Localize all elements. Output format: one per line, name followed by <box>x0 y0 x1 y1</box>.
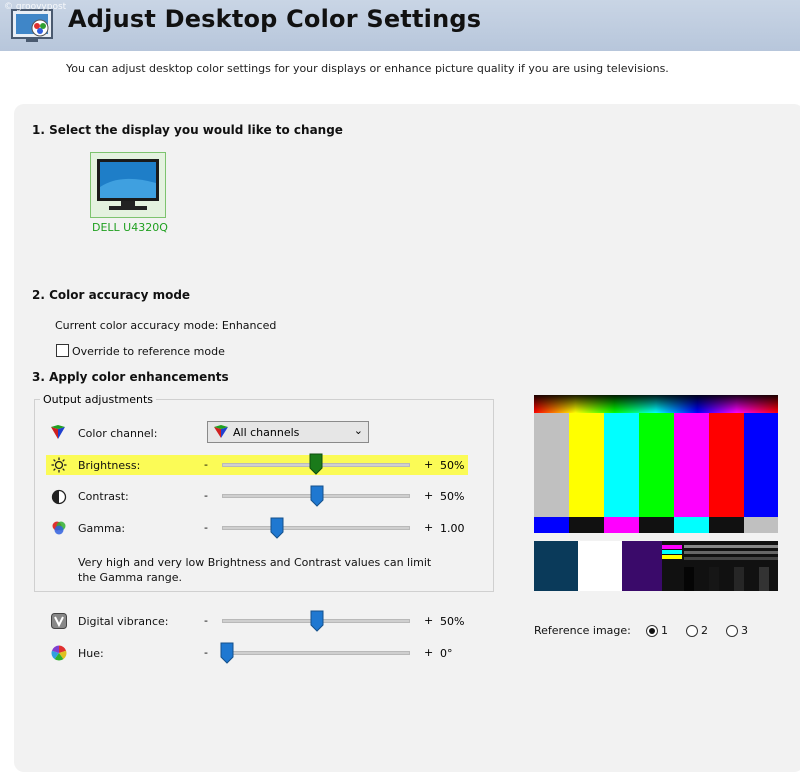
color-channel-select[interactable]: All channels ⌄ <box>207 421 369 443</box>
color-channel-label: Color channel: <box>78 427 158 440</box>
contrast-value: 50% <box>440 490 465 503</box>
override-reference-label[interactable]: Override to reference mode <box>72 345 225 358</box>
contrast-icon <box>51 489 67 505</box>
digital-vibrance-icon <box>51 613 67 629</box>
digital-vibrance-label: Digital vibrance: <box>78 615 169 628</box>
reference-image-option-2[interactable]: 2 <box>701 624 708 637</box>
reference-image-radio-2[interactable] <box>686 625 698 637</box>
reference-image-radio-3[interactable] <box>726 625 738 637</box>
contrast-minus: - <box>204 489 208 502</box>
hue-icon <box>51 645 67 661</box>
reference-test-pattern-image <box>534 395 778 591</box>
reference-image-radio-1[interactable] <box>646 625 658 637</box>
hue-label: Hue: <box>78 647 104 660</box>
hue-minus: - <box>204 646 208 659</box>
digital-vibrance-value: 50% <box>440 615 465 628</box>
gamma-value: 1.00 <box>440 522 465 535</box>
display-tile-dell-u4320q[interactable] <box>90 152 166 218</box>
reference-image-option-1[interactable]: 1 <box>661 624 668 637</box>
reference-image-option-3[interactable]: 3 <box>741 624 748 637</box>
color-channel-icon <box>51 425 65 439</box>
hue-slider-track[interactable] <box>222 651 410 655</box>
contrast-label: Contrast: <box>78 490 129 503</box>
brightness-label: Brightness: <box>78 459 141 472</box>
brightness-plus: + <box>424 458 434 471</box>
gamma-icon <box>52 521 66 535</box>
contrast-slider-thumb[interactable] <box>310 485 324 507</box>
brightness-value: 50% <box>440 459 465 472</box>
gamma-slider-thumb[interactable] <box>270 517 284 539</box>
page-title: Adjust Desktop Color Settings <box>68 5 482 33</box>
brightness-minus: - <box>204 458 208 471</box>
page-description: You can adjust desktop color settings fo… <box>66 62 669 75</box>
monitor-icon <box>97 159 159 210</box>
section-color-accuracy-heading: 2. Color accuracy mode <box>32 288 191 302</box>
reference-image-label: Reference image: <box>534 624 631 637</box>
gamma-plus: + <box>424 521 434 534</box>
override-reference-checkbox[interactable] <box>56 344 69 357</box>
gamma-slider-track[interactable] <box>222 526 410 530</box>
digital-vibrance-minus: - <box>204 614 208 627</box>
header-bar: © groovypost Adjust Desktop Color Settin… <box>0 0 800 51</box>
gamma-range-note: Very high and very low Brightness and Co… <box>78 556 432 584</box>
section-color-enhancements-heading: 3. Apply color enhancements <box>32 370 229 384</box>
contrast-plus: + <box>424 489 434 502</box>
current-color-accuracy-mode: Current color accuracy mode: Enhanced <box>55 319 277 332</box>
hue-plus: + <box>424 646 434 659</box>
hue-slider-thumb[interactable] <box>220 642 234 664</box>
brightness-slider-thumb[interactable] <box>309 453 323 475</box>
digital-vibrance-plus: + <box>424 614 434 627</box>
hue-value: 0° <box>440 647 453 660</box>
watermark: © groovypost <box>4 2 67 12</box>
gamma-minus: - <box>204 521 208 534</box>
brightness-icon <box>51 457 67 473</box>
display-label[interactable]: DELL U4320Q <box>92 221 168 234</box>
digital-vibrance-slider-thumb[interactable] <box>310 610 324 632</box>
channels-icon <box>214 425 228 438</box>
chevron-down-icon: ⌄ <box>353 424 363 437</box>
display-settings-icon <box>11 9 53 42</box>
color-channel-value: All channels <box>233 426 300 439</box>
section-select-display-heading: 1. Select the display you would like to … <box>32 123 343 137</box>
output-adjustments-title: Output adjustments <box>40 393 156 406</box>
gamma-label: Gamma: <box>78 522 126 535</box>
